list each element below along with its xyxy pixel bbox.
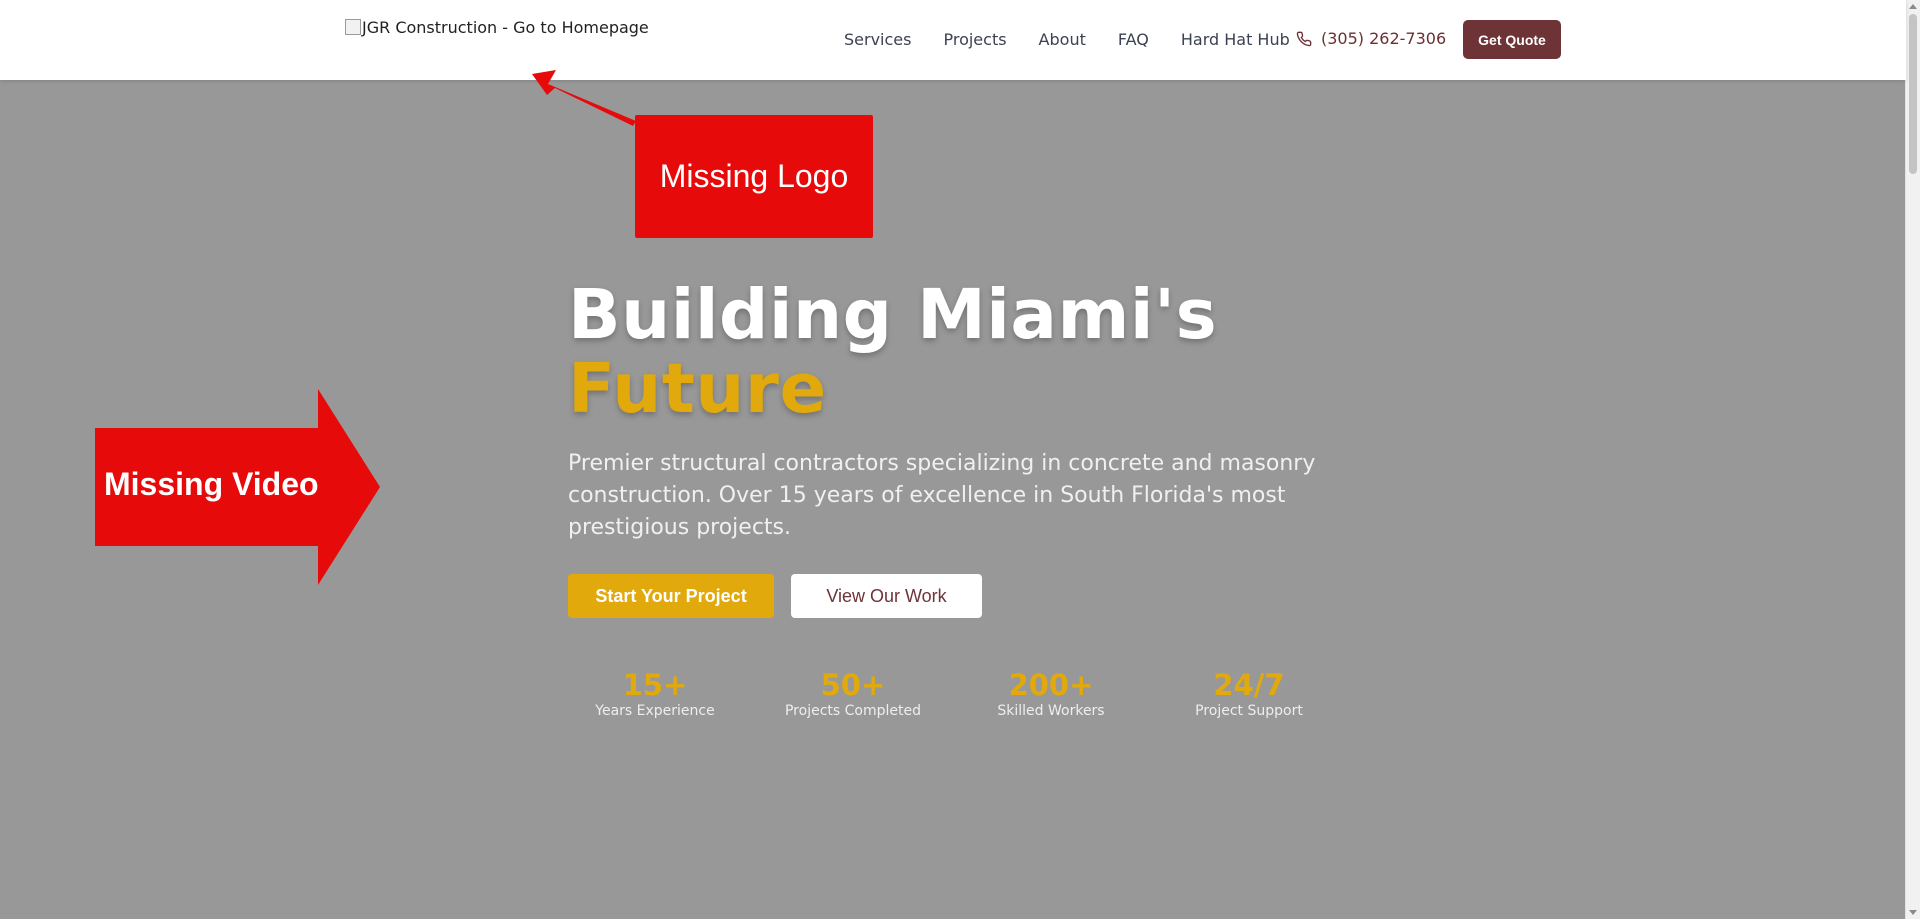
scroll-up-icon[interactable] [1909, 4, 1917, 9]
logo-pointer-arrow [532, 70, 636, 126]
scroll-thumb[interactable] [1909, 14, 1917, 174]
missing-video-annotation: Missing Video [104, 466, 319, 502]
page-scrollbar[interactable] [1905, 0, 1920, 919]
scroll-down-icon[interactable] [1909, 910, 1917, 915]
annotation-arrows [95, 70, 636, 585]
